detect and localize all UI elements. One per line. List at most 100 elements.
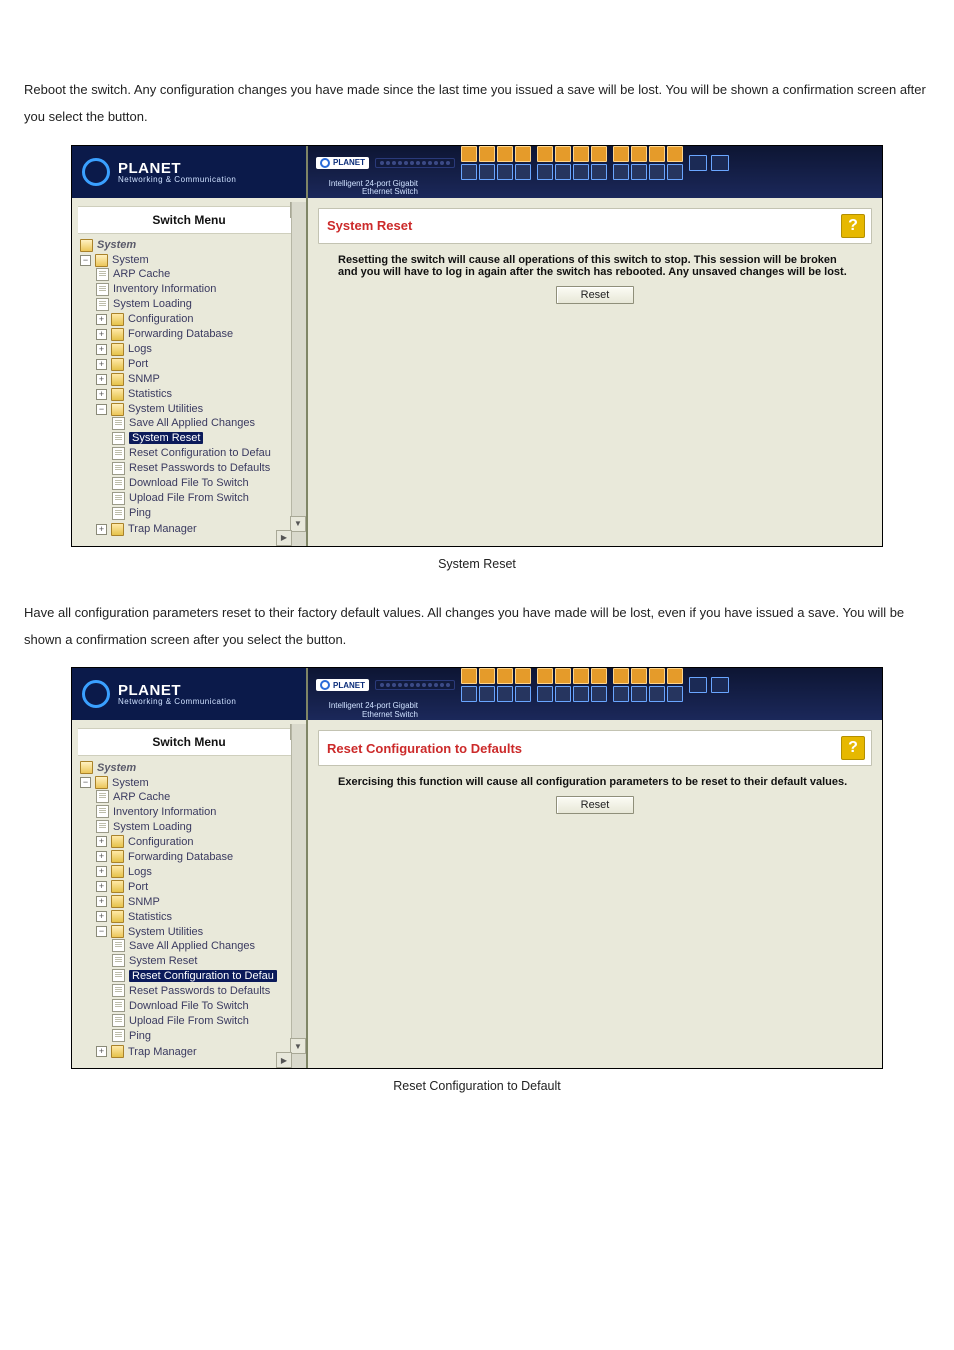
tree-item[interactable]: Port — [128, 881, 148, 893]
tree-item[interactable]: Forwarding Database — [128, 851, 233, 863]
expand-icon[interactable]: + — [96, 866, 107, 877]
expand-icon[interactable]: + — [96, 524, 107, 535]
tree-item[interactable]: Forwarding Database — [128, 328, 233, 340]
doc-icon — [112, 954, 125, 967]
collapse-icon[interactable]: − — [80, 777, 91, 788]
expand-icon[interactable]: + — [96, 896, 107, 907]
folder-open-icon — [80, 761, 93, 774]
tree-system[interactable]: System — [112, 254, 149, 266]
expand-icon[interactable]: + — [96, 851, 107, 862]
tree-item[interactable]: Logs — [128, 343, 152, 355]
tree-item[interactable]: Save All Applied Changes — [129, 940, 255, 952]
folder-icon — [111, 865, 124, 878]
doc-icon — [112, 417, 125, 430]
tree-item[interactable]: Reset Passwords to Defaults — [129, 462, 270, 474]
device-label: Intelligent 24-port Gigabit Ethernet Swi… — [308, 180, 418, 198]
tree-system-utilities[interactable]: System Utilities — [128, 926, 203, 938]
reset-button[interactable]: Reset — [556, 286, 634, 304]
nav-tree: System −System ARP Cache Inventory Infor… — [72, 238, 306, 546]
screenshot-reset-config: Help PLANET Networking & Communication ▲… — [71, 667, 883, 1069]
folder-open-icon — [95, 254, 108, 267]
expand-icon[interactable]: + — [96, 389, 107, 400]
tree-item[interactable]: Configuration — [128, 313, 193, 325]
tree-item[interactable]: Upload File From Switch — [129, 492, 249, 504]
planet-ring-icon — [82, 680, 110, 708]
tree-item-selected[interactable]: System Reset — [129, 432, 203, 444]
brand-tagline: Networking & Communication — [118, 175, 236, 184]
tree-item[interactable]: Download File To Switch — [129, 1000, 249, 1012]
tree-item[interactable]: ARP Cache — [113, 268, 170, 280]
sfp-slot-icon — [689, 155, 707, 171]
expand-icon[interactable]: + — [96, 911, 107, 922]
tree-item-selected[interactable]: Reset Configuration to Defau — [129, 970, 277, 982]
tree-item[interactable]: Ping — [129, 507, 151, 519]
folder-open-icon — [111, 403, 124, 416]
expand-icon[interactable]: + — [96, 374, 107, 385]
tree-item[interactable]: Port — [128, 358, 148, 370]
collapse-icon[interactable]: − — [80, 255, 91, 266]
body-paragraph-1: Reboot the switch. Any configuration cha… — [24, 76, 930, 131]
tree-item[interactable]: Upload File From Switch — [129, 1015, 249, 1027]
collapse-icon[interactable]: − — [96, 404, 107, 415]
help-icon[interactable]: ? — [841, 214, 865, 238]
tree-item[interactable]: Trap Manager — [128, 1046, 197, 1058]
tree-root[interactable]: System — [97, 239, 136, 251]
brand-block: PLANET Networking & Communication — [72, 146, 306, 198]
doc-icon — [96, 283, 109, 296]
tree-item[interactable]: Inventory Information — [113, 806, 216, 818]
expand-icon[interactable]: + — [96, 881, 107, 892]
doc-icon — [112, 1014, 125, 1027]
help-icon[interactable]: ? — [841, 736, 865, 760]
sfp-slot-icon — [711, 155, 729, 171]
reset-button[interactable]: Reset — [556, 796, 634, 814]
tree-item[interactable]: Reset Passwords to Defaults — [129, 985, 270, 997]
tree-item[interactable]: SNMP — [128, 373, 160, 385]
expand-icon[interactable]: + — [96, 329, 107, 340]
device-banner: PLANET Intelligent 24-port Gigabit Ether… — [308, 668, 882, 720]
tree-item[interactable]: Statistics — [128, 911, 172, 923]
folder-icon — [111, 343, 124, 356]
tree-item[interactable]: Logs — [128, 866, 152, 878]
tree-item[interactable]: SNMP — [128, 896, 160, 908]
folder-open-icon — [95, 776, 108, 789]
expand-icon[interactable]: + — [96, 359, 107, 370]
tree-item[interactable]: System Loading — [113, 821, 192, 833]
doc-icon — [112, 984, 125, 997]
tree-item[interactable]: Trap Manager — [128, 523, 197, 535]
folder-icon — [111, 523, 124, 536]
tree-system-utilities[interactable]: System Utilities — [128, 403, 203, 415]
planet-badge: PLANET — [316, 157, 369, 169]
brand-tagline: Networking & Communication — [118, 697, 236, 706]
panel-titlebar: Reset Configuration to Defaults ? — [318, 730, 872, 766]
tree-item[interactable]: ARP Cache — [113, 791, 170, 803]
doc-icon — [96, 298, 109, 311]
expand-icon[interactable]: + — [96, 344, 107, 355]
folder-icon — [111, 373, 124, 386]
expand-icon[interactable]: + — [96, 314, 107, 325]
tree-item[interactable]: Statistics — [128, 388, 172, 400]
doc-icon — [112, 447, 125, 460]
tree-item[interactable]: Inventory Information — [113, 283, 216, 295]
tree-system[interactable]: System — [112, 777, 149, 789]
tree-item[interactable]: Configuration — [128, 836, 193, 848]
led-block — [375, 158, 455, 168]
body-paragraph-2: Have all configuration parameters reset … — [24, 599, 930, 654]
tree-item[interactable]: Reset Configuration to Defau — [129, 447, 271, 459]
screenshot-system-reset: Help PLANET Networking & Communication ▲… — [71, 145, 883, 547]
doc-icon — [112, 462, 125, 475]
led-block — [375, 680, 455, 690]
collapse-icon[interactable]: − — [96, 926, 107, 937]
tree-item[interactable]: System Reset — [129, 955, 197, 967]
doc-icon — [112, 969, 125, 982]
expand-icon[interactable]: + — [96, 1046, 107, 1057]
tree-item[interactable]: Save All Applied Changes — [129, 417, 255, 429]
tree-item[interactable]: Ping — [129, 1030, 151, 1042]
folder-icon — [111, 835, 124, 848]
tree-root[interactable]: System — [97, 762, 136, 774]
device-banner: PLANET Intelligent 24-port Gigabit Ether… — [308, 146, 882, 198]
folder-icon — [111, 328, 124, 341]
tree-item[interactable]: Download File To Switch — [129, 477, 249, 489]
doc-icon — [112, 492, 125, 505]
tree-item[interactable]: System Loading — [113, 298, 192, 310]
expand-icon[interactable]: + — [96, 836, 107, 847]
